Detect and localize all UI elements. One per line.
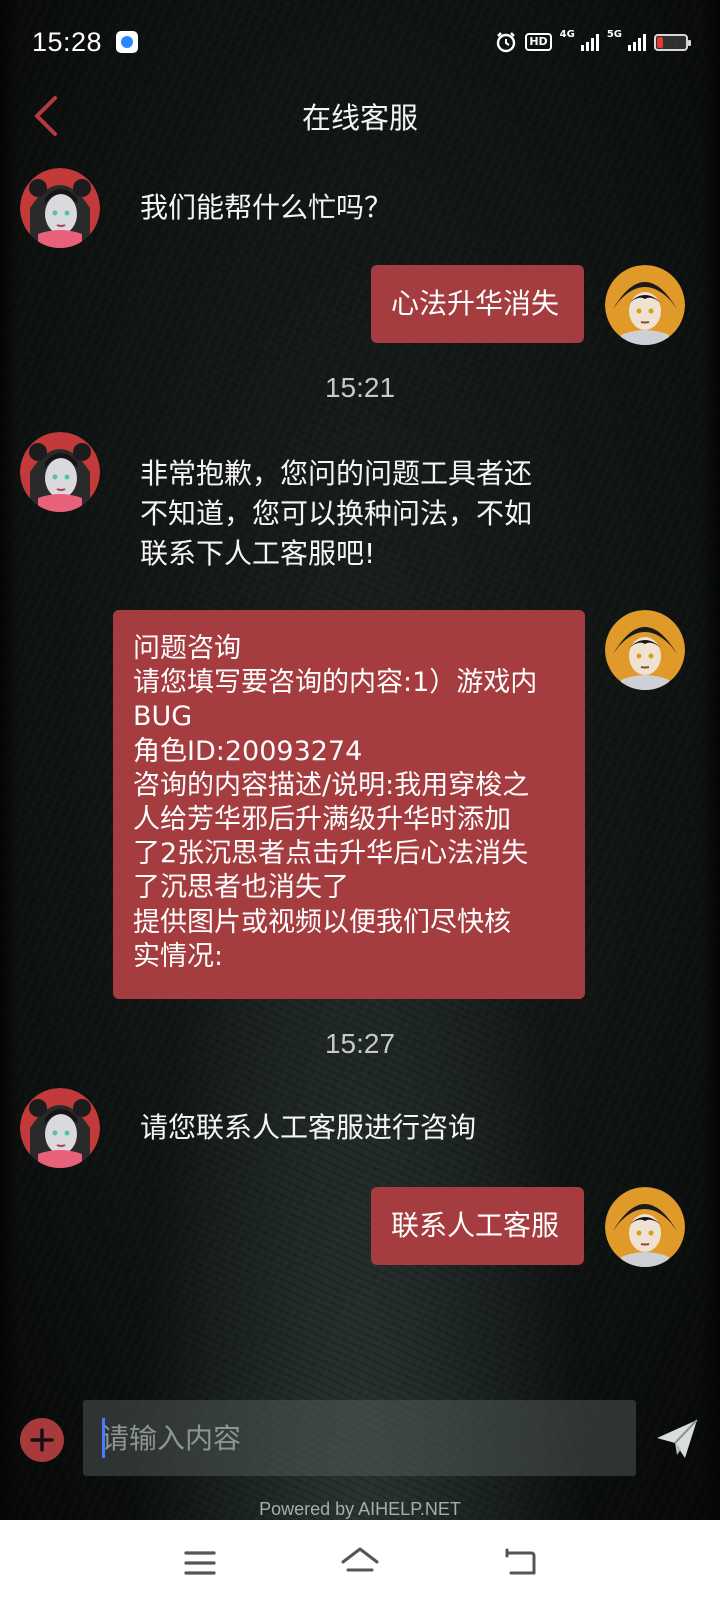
attach-button[interactable] [20,1418,64,1462]
form-line: 人给芳华邪后升满级升华时添加 [133,804,511,836]
bot-message: 非常抱歉，您问的问题工具者还 不知道，您可以换种问法，不如 联系下人工客服吧! [140,454,532,574]
notification-app-icon [116,31,139,53]
status-time: 15:28 [32,26,103,57]
header: 在线客服 [0,84,720,148]
powered-by-footer: Powered by AIHELP.NET [259,1499,461,1519]
form-line: 了2张沉思者点击升华后心法消失 [133,838,529,870]
status-bar: 15:28 HD 4G 5G [0,0,720,84]
user-avatar [605,265,685,345]
timestamp-divider: 15:21 [324,372,396,403]
user-avatar [605,1187,685,1267]
form-line: 问题咨询 [133,633,241,664]
home-icon [341,1547,379,1571]
back-button[interactable] [22,92,70,140]
bot-message: 请您联系人工客服进行咨询 [140,1111,477,1144]
menu-button[interactable] [170,1533,230,1593]
system-nav-bar [0,1520,720,1605]
signal-icon [580,33,599,51]
battery-icon [654,33,691,51]
home-button[interactable] [330,1533,390,1593]
network-label-5g: 5G [606,28,622,40]
chat-screen: 15:28 HD 4G 5G 在线客服 我们能帮什么忙吗？ 心法升华消失 15:… [0,0,720,1520]
form-line: 实情况: [133,940,224,972]
hd-voice-badge: HD [525,33,552,51]
send-button[interactable] [652,1414,702,1464]
form-line: 了沉思者也消失了 [133,872,349,904]
form-line: 提供图片或视频以便我们尽快核 [133,906,511,938]
form-line: 角色ID:20093274 [133,735,363,767]
agent-avatar [20,168,100,248]
decorative-edge-right [702,0,720,1520]
text-cursor [102,1418,105,1458]
bot-message-line: 非常抱歉，您问的问题工具者还 [140,457,533,490]
bot-message: 我们能帮什么忙吗？ [140,191,393,224]
form-line: 请您填写要咨询的内容:1）游戏内 [133,667,538,699]
back-icon [505,1548,536,1574]
status-indicators: HD 4G 5G [495,28,691,53]
agent-avatar [20,1088,100,1168]
bot-message-line: 不知道，您可以换种问法，不如 [140,497,533,530]
user-message-bubble[interactable]: 联系人工客服 [371,1187,584,1265]
agent-avatar [20,432,100,512]
decorative-edge-left [0,0,18,1520]
send-icon [657,1419,698,1458]
user-form-bubble: 问题咨询 请您填写要咨询的内容:1）游戏内 BUG 角色ID:20093274 … [113,610,585,999]
page-title: 在线客服 [301,101,418,135]
network-label-4g: 4G [559,28,575,40]
user-message-text: 心法升华消失 [391,287,560,320]
menu-icon [184,1550,216,1575]
bot-message-line: 联系下人工客服吧! [140,537,376,570]
alarm-icon [497,32,516,53]
plus-icon [30,1428,54,1452]
signal-icon [628,33,646,51]
message-input[interactable] [83,1400,636,1476]
chevron-left-icon [34,96,57,136]
form-line: 咨询的内容描述/说明:我用穿梭之 [133,769,530,801]
user-message-bubble: 心法升华消失 [371,265,584,343]
timestamp-divider: 15:27 [324,1028,396,1059]
form-line: BUG [133,701,193,733]
user-avatar [605,610,685,690]
user-message-text: 联系人工客服 [391,1209,560,1242]
back-nav-button[interactable] [490,1533,550,1593]
